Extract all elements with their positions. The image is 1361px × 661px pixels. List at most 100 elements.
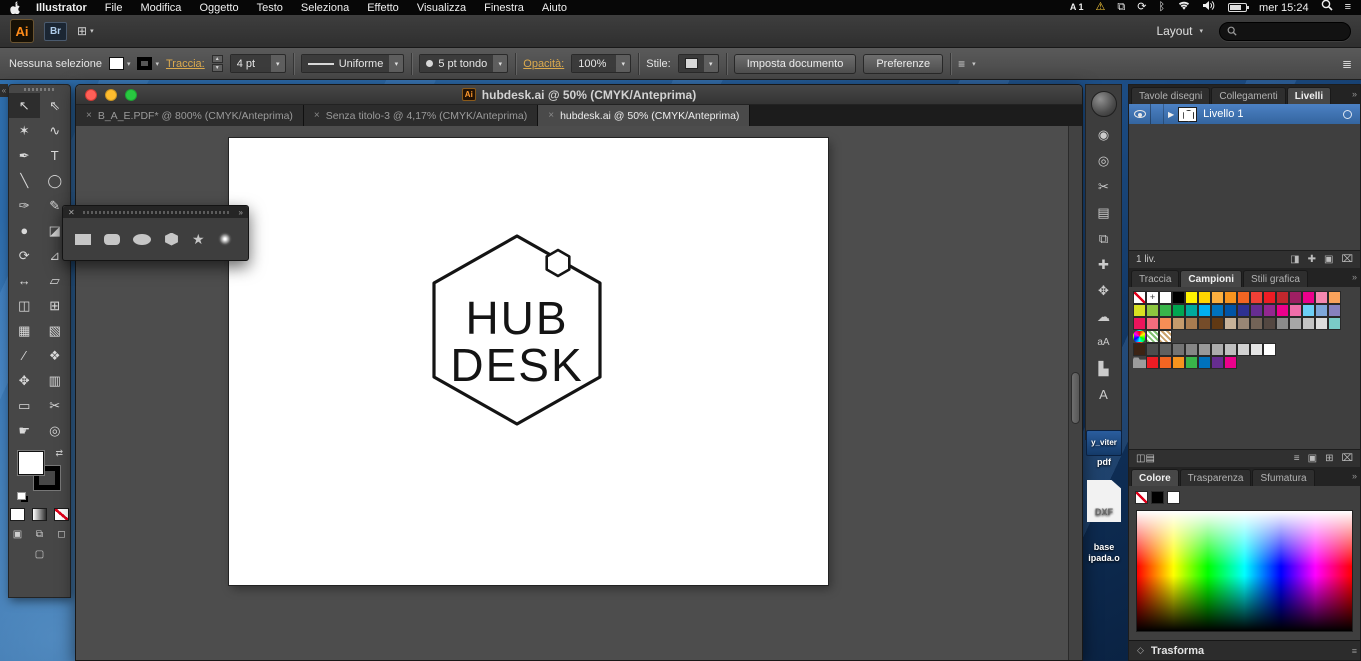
color-swatch[interactable] [1211, 356, 1224, 369]
color-mode-button[interactable] [10, 508, 25, 521]
color-swatch[interactable] [1159, 317, 1172, 330]
hubdesk-logo[interactable]: HUB DESK [229, 138, 828, 585]
brush-combo[interactable]: 5 pt tondo ▾ [419, 54, 509, 73]
color-swatch[interactable] [1172, 317, 1185, 330]
slice-tool[interactable]: ✂ [40, 393, 71, 418]
menubar-item[interactable]: Effetto [358, 2, 408, 14]
workspace-switcher[interactable]: Layout ▾ [1156, 24, 1203, 38]
color-swatch[interactable] [1250, 291, 1263, 304]
reg-swatch[interactable]: + [1146, 291, 1159, 304]
color-swatch[interactable] [1185, 356, 1198, 369]
color-swatch[interactable] [1315, 291, 1328, 304]
color-swatch[interactable] [1172, 343, 1185, 356]
panel-menu-icon[interactable]: ≡ [1352, 646, 1357, 656]
color-swatch[interactable] [1159, 291, 1172, 304]
new-swatch-icon[interactable]: ⊞ [1325, 453, 1333, 464]
color-swatch[interactable] [1237, 291, 1250, 304]
none-mode-button[interactable] [54, 508, 69, 521]
color-swatch[interactable] [1276, 291, 1289, 304]
hand-tool[interactable]: ☛ [9, 418, 40, 443]
window-titlebar[interactable]: Ai hubdesk.ai @ 50% (CMYK/Anteprima) [76, 85, 1082, 105]
lasso-tool[interactable]: ∿ [40, 118, 71, 143]
menubar-item[interactable]: File [96, 2, 132, 14]
collapse-panel-icon[interactable]: » [239, 208, 243, 217]
cloud-icon[interactable]: ☁ [1097, 309, 1110, 324]
color-swatch[interactable] [1198, 304, 1211, 317]
color-swatch[interactable] [1302, 291, 1315, 304]
tab-stili-grafica[interactable]: Stili grafica [1242, 270, 1308, 287]
ellipse-tool-icon[interactable] [133, 233, 151, 245]
color-swatch[interactable] [1211, 317, 1224, 330]
document-tab[interactable]: × hubdesk.ai @ 50% (CMYK/Anteprima) [538, 105, 751, 126]
artboard-tool[interactable]: ▭ [9, 393, 40, 418]
draw-normal-button[interactable]: ▣ [10, 528, 25, 541]
ellipse-tool[interactable]: ◯ [40, 168, 71, 193]
none-color-swatch[interactable] [1135, 491, 1148, 504]
document-tab[interactable]: × B_A_E.PDF* @ 800% (CMYK/Anteprima) [76, 105, 304, 126]
menubar-item[interactable]: Seleziona [292, 2, 358, 14]
tab-sfumatura[interactable]: Sfumatura [1252, 469, 1315, 486]
volume-icon[interactable] [1203, 0, 1216, 16]
color-swatch[interactable] [1211, 304, 1224, 317]
fill-stroke-indicator[interactable]: ⇄ [15, 447, 64, 501]
direct-selection-tool[interactable]: ⇖ [40, 93, 71, 118]
panel-grip[interactable] [82, 210, 231, 214]
style-combo[interactable]: ▾ [677, 54, 719, 73]
pathfinder-icon[interactable]: ✂ [1098, 179, 1109, 194]
tab-close-icon[interactable]: × [548, 110, 554, 121]
document-setup-button[interactable]: Imposta documento [733, 53, 857, 74]
tab-close-icon[interactable]: × [86, 110, 92, 121]
color-swatch[interactable] [1263, 343, 1276, 356]
scrollbar-thumb[interactable] [1071, 371, 1080, 424]
draw-behind-button[interactable]: ⧉ [32, 528, 47, 541]
color-swatch[interactable] [1328, 317, 1341, 330]
magic-wand-tool[interactable]: ✶ [9, 118, 40, 143]
tab-close-icon[interactable]: × [314, 110, 320, 121]
color-swatch[interactable] [1237, 343, 1250, 356]
folder-swatch[interactable] [1133, 357, 1146, 368]
color-swatch[interactable] [1133, 304, 1146, 317]
stroke-profile-combo[interactable]: Uniforme ▾ [300, 54, 405, 73]
stroke-color-control[interactable]: ▾ [137, 57, 159, 70]
desktop-file-base[interactable]: base ipada.o [1080, 542, 1128, 564]
collapse-dock-icon[interactable]: » [1352, 471, 1357, 481]
navigator-icon[interactable]: ◎ [1098, 153, 1109, 168]
type-tool[interactable]: T [40, 143, 71, 168]
logo-small-hexagon[interactable] [545, 248, 571, 278]
width-tool[interactable]: ↔ [9, 268, 40, 293]
color-swatch[interactable] [1198, 291, 1211, 304]
free-transform-tool[interactable]: ▱ [40, 268, 71, 293]
color-swatch[interactable] [1263, 291, 1276, 304]
artboard[interactable]: HUB DESK [229, 138, 828, 585]
screen-mode-button[interactable]: ▢ [32, 548, 47, 561]
symbol-sprayer-tool[interactable]: ✥ [9, 368, 40, 393]
color-swatch[interactable] [1133, 317, 1146, 330]
lock-toggle[interactable] [1151, 104, 1164, 124]
bluetooth-icon[interactable]: ᛒ [1158, 0, 1165, 15]
tab-collegamenti[interactable]: Collegamenti [1211, 87, 1286, 104]
color-swatch[interactable] [1224, 356, 1237, 369]
color-swatch[interactable] [1250, 343, 1263, 356]
eyedropper-tool[interactable]: ∕ [9, 343, 40, 368]
menubar-item[interactable]: Testo [248, 2, 292, 14]
panel-dock-knob[interactable] [1090, 91, 1117, 117]
arrange-documents-icon[interactable]: ⊞ ▾ [77, 24, 94, 38]
none-swatch[interactable] [1133, 291, 1146, 304]
color-swatch[interactable] [1224, 343, 1237, 356]
paintbrush-tool[interactable]: ✑ [9, 193, 40, 218]
draw-inside-button[interactable]: ◻ [54, 528, 69, 541]
close-window-button[interactable] [85, 89, 97, 101]
new-color-group-icon[interactable]: ▣ [1308, 453, 1317, 464]
swatch-libraries-icon[interactable]: ◫ [1136, 453, 1145, 464]
color-swatch[interactable] [1185, 304, 1198, 317]
color-swatch[interactable] [1289, 317, 1302, 330]
stroke-color-swatch[interactable] [137, 57, 153, 70]
line-segment-tool[interactable]: ╲ [9, 168, 40, 193]
graph-icon[interactable]: ▙ [1099, 361, 1109, 376]
zoom-tool[interactable]: ◎ [40, 418, 71, 443]
apple-menu-icon[interactable] [10, 1, 21, 14]
make-mask-icon[interactable]: ◨ [1290, 254, 1299, 265]
blend-tool[interactable]: ❖ [40, 343, 71, 368]
control-panel-menu-icon[interactable]: ≣ [1342, 57, 1352, 71]
collapse-dock-icon[interactable]: » [1352, 89, 1357, 99]
